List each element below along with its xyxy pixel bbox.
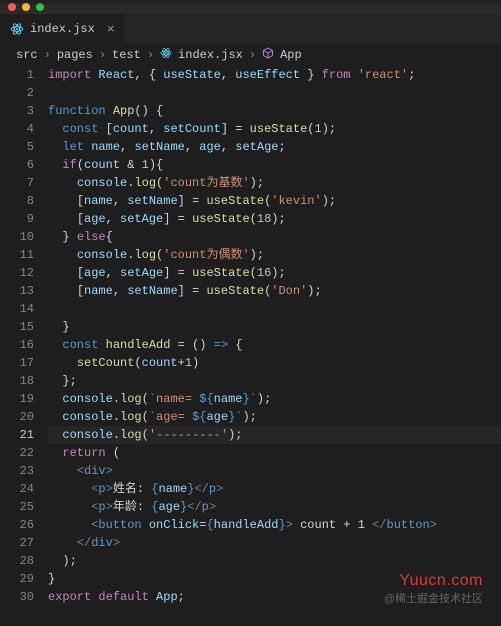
code-line[interactable]: }; xyxy=(48,372,501,390)
line-number: 14 xyxy=(0,300,34,318)
code-line[interactable]: ); xyxy=(48,552,501,570)
line-number: 16 xyxy=(0,336,34,354)
line-number: 18 xyxy=(0,372,34,390)
symbol-function-icon xyxy=(262,47,274,63)
chevron-right-icon: › xyxy=(99,48,106,62)
breadcrumb-test[interactable]: test xyxy=(112,48,141,62)
editor-area[interactable]: 1234567891011121314151617181920212223242… xyxy=(0,66,501,606)
breadcrumb-pages[interactable]: pages xyxy=(57,48,93,62)
breadcrumb-src[interactable]: src xyxy=(16,48,38,62)
line-number: 30 xyxy=(0,588,34,606)
line-number: 11 xyxy=(0,246,34,264)
react-file-icon xyxy=(10,22,24,36)
react-file-icon xyxy=(160,47,172,63)
line-number: 2 xyxy=(0,84,34,102)
line-number: 4 xyxy=(0,120,34,138)
tab-bar: index.jsx × xyxy=(0,14,501,44)
line-number: 21 xyxy=(0,426,34,444)
tab-index-jsx[interactable]: index.jsx × xyxy=(0,14,125,44)
line-number: 26 xyxy=(0,516,34,534)
line-number: 29 xyxy=(0,570,34,588)
code-line[interactable]: [age, setAge] = useState(18); xyxy=(48,210,501,228)
community-watermark: @稀土掘金技术社区 xyxy=(384,590,483,606)
line-number: 19 xyxy=(0,390,34,408)
code-line[interactable]: const [count, setCount] = useState(1); xyxy=(48,120,501,138)
breadcrumb-symbol[interactable]: App xyxy=(280,48,302,62)
line-number: 24 xyxy=(0,480,34,498)
code-line[interactable]: } else{ xyxy=(48,228,501,246)
code-line[interactable]: setCount(count+1) xyxy=(48,354,501,372)
code-line[interactable]: console.log('count为偶数'); xyxy=(48,246,501,264)
line-number: 6 xyxy=(0,156,34,174)
line-number: 8 xyxy=(0,192,34,210)
line-number: 10 xyxy=(0,228,34,246)
code-content[interactable]: import React, { useState, useEffect } fr… xyxy=(48,66,501,606)
chevron-right-icon: › xyxy=(147,48,154,62)
code-line[interactable]: console.log(`name= ${name}`); xyxy=(48,390,501,408)
code-line[interactable]: </div> xyxy=(48,534,501,552)
code-line[interactable]: [name, setName] = useState('Don'); xyxy=(48,282,501,300)
line-number: 7 xyxy=(0,174,34,192)
code-line[interactable]: <button onClick={handleAdd}> count + 1 <… xyxy=(48,516,501,534)
watermark-text: Yuucn.com xyxy=(399,572,483,590)
line-number-gutter: 1234567891011121314151617181920212223242… xyxy=(0,66,48,606)
line-number: 22 xyxy=(0,444,34,462)
code-line[interactable]: <div> xyxy=(48,462,501,480)
line-number: 9 xyxy=(0,210,34,228)
code-line[interactable]: import React, { useState, useEffect } fr… xyxy=(48,66,501,84)
line-number: 12 xyxy=(0,264,34,282)
chevron-right-icon: › xyxy=(44,48,51,62)
line-number: 25 xyxy=(0,498,34,516)
line-number: 15 xyxy=(0,318,34,336)
top-shadow xyxy=(0,0,501,6)
code-line[interactable]: if(count & 1){ xyxy=(48,156,501,174)
breadcrumb-file[interactable]: index.jsx xyxy=(178,48,243,62)
tab-label: index.jsx xyxy=(30,22,95,36)
line-number: 23 xyxy=(0,462,34,480)
code-line[interactable]: console.log('---------'); xyxy=(48,426,501,444)
line-number: 5 xyxy=(0,138,34,156)
code-line[interactable]: console.log(`age= ${age}`); xyxy=(48,408,501,426)
chevron-right-icon: › xyxy=(249,48,256,62)
code-line[interactable] xyxy=(48,84,501,102)
code-line[interactable]: [age, setAge] = useState(16); xyxy=(48,264,501,282)
code-line[interactable]: [name, setName] = useState('kevin'); xyxy=(48,192,501,210)
code-line[interactable]: } xyxy=(48,318,501,336)
code-line[interactable]: let name, setName, age, setAge; xyxy=(48,138,501,156)
line-number: 17 xyxy=(0,354,34,372)
line-number: 28 xyxy=(0,552,34,570)
line-number: 3 xyxy=(0,102,34,120)
close-tab-icon[interactable]: × xyxy=(107,22,115,37)
line-number: 1 xyxy=(0,66,34,84)
code-line[interactable] xyxy=(48,300,501,318)
code-line[interactable]: <p>姓名: {name}</p> xyxy=(48,480,501,498)
code-line[interactable]: return ( xyxy=(48,444,501,462)
code-line[interactable]: <p>年龄: {age}</p> xyxy=(48,498,501,516)
code-line[interactable]: const handleAdd = () => { xyxy=(48,336,501,354)
breadcrumbs[interactable]: src › pages › test › index.jsx › App xyxy=(0,44,501,66)
code-line[interactable]: console.log('count为基数'); xyxy=(48,174,501,192)
code-line[interactable]: function App() { xyxy=(48,102,501,120)
line-number: 13 xyxy=(0,282,34,300)
line-number: 27 xyxy=(0,534,34,552)
line-number: 20 xyxy=(0,408,34,426)
